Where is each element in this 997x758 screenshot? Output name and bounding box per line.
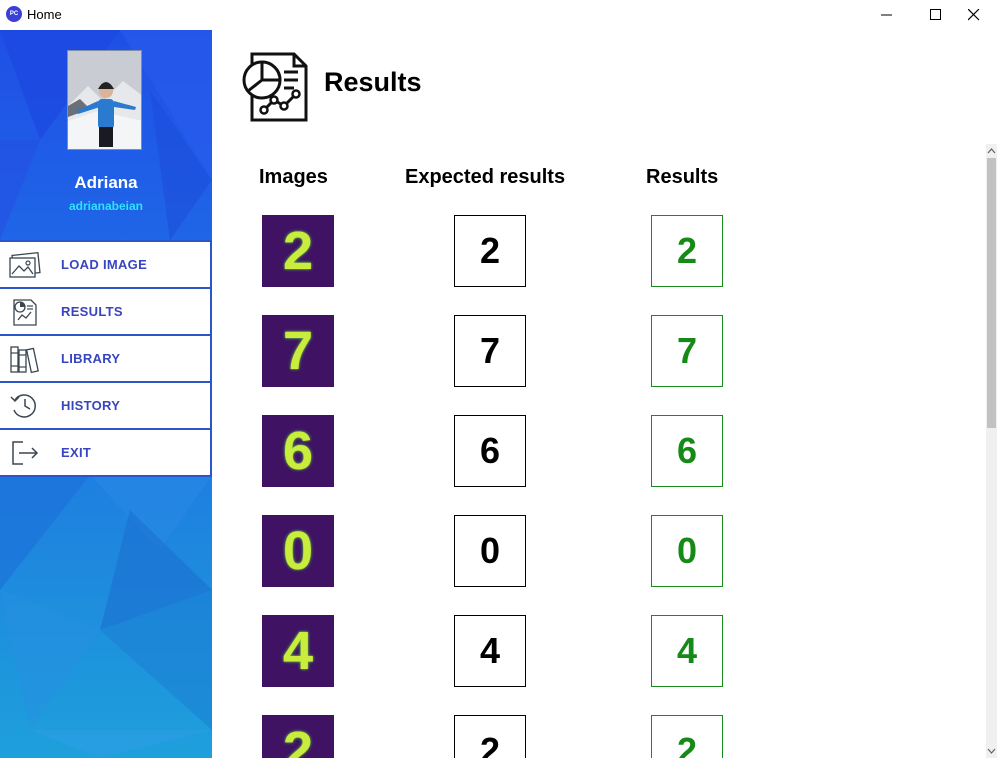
menu-label: HISTORY <box>61 398 121 413</box>
expected-result-box: 0 <box>454 515 526 587</box>
column-header-images: Images <box>259 166 328 188</box>
profile-photo <box>68 51 141 149</box>
result-box: 7 <box>651 315 723 387</box>
digit-image: 2 <box>262 215 334 287</box>
result-box: 0 <box>651 515 723 587</box>
expected-result-box: 7 <box>454 315 526 387</box>
digit-image: 4 <box>262 615 334 687</box>
digit-image: 6 <box>262 415 334 487</box>
expected-result-box: 4 <box>454 615 526 687</box>
page-title: Results <box>324 67 422 97</box>
result-row: 0 0 0 <box>0 515 997 587</box>
maximize-icon <box>930 9 941 20</box>
result-row: 4 4 4 <box>0 615 997 687</box>
scroll-up-arrow-icon[interactable] <box>986 144 997 158</box>
window-title: Home <box>27 7 62 22</box>
digit-image: 7 <box>262 315 334 387</box>
app-icon: PC <box>6 6 22 22</box>
column-header-results: Results <box>646 166 719 188</box>
column-header-expected: Expected results <box>405 166 566 188</box>
user-name: Adriana <box>74 173 138 192</box>
result-box: 2 <box>651 215 723 287</box>
expected-result-box: 6 <box>454 415 526 487</box>
digit-image-glyph: 2 <box>282 721 314 758</box>
title-bar: PC Home <box>0 0 997 30</box>
scroll-down-arrow-icon[interactable] <box>986 744 997 758</box>
result-row: 2 2 2 <box>0 215 997 287</box>
digit-image-glyph: 4 <box>282 621 314 681</box>
minimize-button[interactable] <box>864 0 910 30</box>
avatar[interactable] <box>67 50 142 150</box>
result-row: 6 6 6 <box>0 415 997 487</box>
minimize-icon <box>881 14 892 16</box>
user-handle: adrianabeian <box>68 199 144 213</box>
close-icon <box>968 9 980 21</box>
result-row: 7 7 7 <box>0 315 997 387</box>
digit-image-glyph: 6 <box>282 421 314 481</box>
result-box: 6 <box>651 415 723 487</box>
digit-image-glyph: 0 <box>282 521 314 581</box>
result-row: 2 2 2 <box>0 715 997 758</box>
vertical-scrollbar[interactable] <box>986 144 997 758</box>
expected-result-box: 2 <box>454 715 526 758</box>
result-box: 2 <box>651 715 723 758</box>
expected-result-box: 2 <box>454 215 526 287</box>
close-button[interactable] <box>951 0 997 30</box>
report-chart-icon <box>242 52 308 122</box>
result-box: 4 <box>651 615 723 687</box>
digit-image: 0 <box>262 515 334 587</box>
scrollbar-thumb[interactable] <box>987 158 996 428</box>
digit-image: 2 <box>262 715 334 758</box>
digit-image-glyph: 2 <box>282 221 314 281</box>
digit-image-glyph: 7 <box>282 321 314 381</box>
